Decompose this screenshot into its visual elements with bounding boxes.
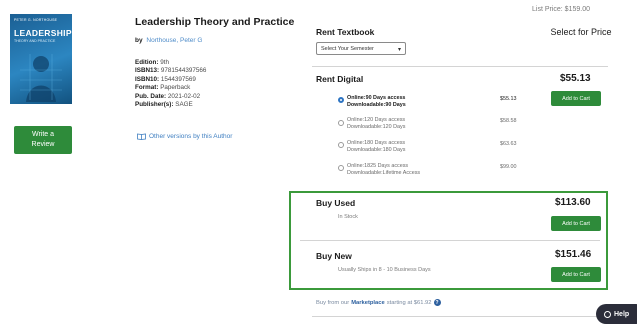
marketplace-line: Buy from our Marketplace starting at $61…: [316, 299, 441, 306]
detail-isbn10: ISBN10: 1544397569: [135, 75, 196, 83]
byline: by Northouse, Peter G: [135, 37, 202, 44]
marketplace-suffix: starting at $61.92: [386, 299, 432, 306]
rent-digital-add-to-cart-button[interactable]: Add to Cart: [551, 91, 601, 106]
option-1825-days[interactable]: Online:1825 Days access Downloadable:Lif…: [347, 163, 420, 177]
option-radio-1825-days[interactable]: [338, 165, 344, 171]
option-line2: Downloadable:120 Days: [347, 124, 406, 131]
option-line1: Online:90 Days access: [347, 95, 406, 101]
buy-used-heading: Buy Used: [316, 198, 356, 208]
detail-publisher: Publisher(s): SAGE: [135, 101, 193, 109]
buy-new-price: $151.46: [555, 249, 592, 260]
option-radio-120-days[interactable]: [338, 120, 344, 126]
rent-digital-price: $55.13: [560, 73, 591, 84]
author-link[interactable]: Northouse, Peter G: [146, 37, 202, 44]
book-icon: [137, 133, 146, 140]
option-radio-180-days[interactable]: [338, 142, 344, 148]
divider: [312, 66, 608, 67]
chevron-down-icon: ▾: [397, 47, 401, 53]
marketplace-link[interactable]: Marketplace: [351, 300, 385, 306]
detail-isbn13: ISBN13: 9781544397566: [135, 67, 207, 75]
select-for-price-label: Select for Price: [550, 27, 612, 37]
add-to-cart-label: Add to Cart: [562, 95, 590, 102]
by-label: by: [135, 37, 143, 44]
option-120-days[interactable]: Online:120 Days access Downloadable:120 …: [347, 117, 405, 131]
rent-digital-heading: Rent Digital: [316, 74, 364, 84]
divider: [312, 316, 608, 317]
option-line2: Downloadable:180 Days: [347, 147, 406, 154]
help-label: Help: [614, 310, 630, 318]
option-radio-90-days[interactable]: [338, 97, 344, 103]
add-to-cart-label: Add to Cart: [562, 220, 590, 227]
help-icon: [604, 310, 611, 318]
detail-edition: Edition: 9th: [135, 59, 169, 66]
book-cover-image[interactable]: PETER G. NORTHOUSE LEADERSHIP THEORY AND…: [10, 14, 72, 104]
divider: [300, 240, 600, 241]
marketplace-prefix: Buy from our: [316, 299, 350, 306]
option-price-180-days: $63.63: [500, 141, 517, 147]
buy-new-status: Usually Ships in 8 - 10 Business Days: [338, 267, 431, 273]
buy-used-add-to-cart-button[interactable]: Add to Cart: [551, 216, 601, 231]
option-90-days[interactable]: Online:90 Days access Downloadable:90 Da…: [347, 95, 406, 109]
help-button[interactable]: Help: [596, 304, 637, 324]
option-line1: Online:180 Days access: [347, 140, 406, 146]
write-review-label: Write a Review: [31, 131, 55, 148]
cover-author: PETER G. NORTHOUSE: [14, 18, 58, 22]
other-versions-link[interactable]: Other versions by this Author: [137, 133, 232, 140]
option-price-120-days: $58.58: [500, 118, 517, 124]
buy-new-add-to-cart-button[interactable]: Add to Cart: [551, 267, 601, 282]
option-price-1825-days: $99.00: [500, 164, 517, 170]
other-versions-label: Other versions by this Author: [149, 133, 233, 140]
rent-textbook-heading: Rent Textbook: [316, 27, 375, 37]
option-180-days[interactable]: Online:180 Days access Downloadable:180 …: [347, 140, 405, 154]
buy-used-price: $113.60: [555, 197, 591, 208]
info-icon[interactable]: ?: [433, 299, 441, 306]
semester-select[interactable]: Select Your Semester ▾: [316, 42, 406, 55]
book-details: Edition: 9th ISBN13: 9781544397566 ISBN1…: [135, 59, 206, 109]
semester-select-value: Select Your Semester: [321, 45, 374, 52]
option-line1: Online:120 Days access: [347, 117, 406, 123]
detail-format: Format: Paperback: [135, 84, 191, 92]
detail-pub-date: Pub. Date: 2021-02-02: [135, 92, 201, 100]
write-review-button[interactable]: Write a Review: [14, 126, 72, 154]
add-to-cart-label: Add to Cart: [562, 271, 590, 278]
cover-title: LEADERSHIP: [14, 28, 72, 38]
list-price: List Price: $159.00: [532, 6, 590, 13]
book-title: Leadership Theory and Practice: [135, 16, 295, 28]
option-line1: Online:1825 Days access: [347, 163, 409, 169]
cover-art-icon: [20, 54, 62, 102]
option-line2: Downloadable:Lifetime Access: [347, 170, 421, 177]
option-line2: Downloadable:90 Days: [347, 102, 406, 109]
buy-new-heading: Buy New: [316, 251, 352, 261]
cover-subtitle: THEORY AND PRACTICE: [14, 39, 56, 43]
option-price-90-days: $55.13: [500, 96, 517, 102]
buy-used-status: In Stock: [338, 214, 358, 220]
